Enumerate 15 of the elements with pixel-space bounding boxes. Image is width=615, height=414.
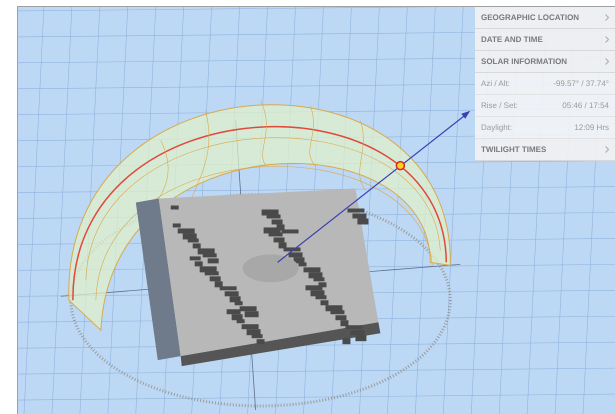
sun-position-marker: [396, 160, 406, 170]
section-header[interactable]: GEOGRAPHIC LOCATION: [475, 7, 615, 29]
chevron-right-icon: [605, 58, 609, 65]
chevron-right-icon: [605, 36, 609, 43]
section-header[interactable]: DATE AND TIME: [475, 29, 615, 51]
info-label: Rise / Set:: [481, 100, 518, 112]
section-header[interactable]: TWILIGHT TIMES: [475, 139, 615, 161]
info-label: Daylight:: [481, 122, 512, 134]
info-value: -99.57° / 37.74°: [553, 78, 609, 90]
info-value: 05:46 / 17:54: [562, 100, 609, 112]
chevron-right-icon: [605, 14, 609, 21]
info-value: 12:09 Hrs: [574, 122, 609, 134]
chevron-right-icon: [605, 146, 609, 153]
section-header[interactable]: SOLAR INFORMATION: [475, 51, 615, 73]
info-label: Azi / Alt:: [481, 78, 510, 90]
